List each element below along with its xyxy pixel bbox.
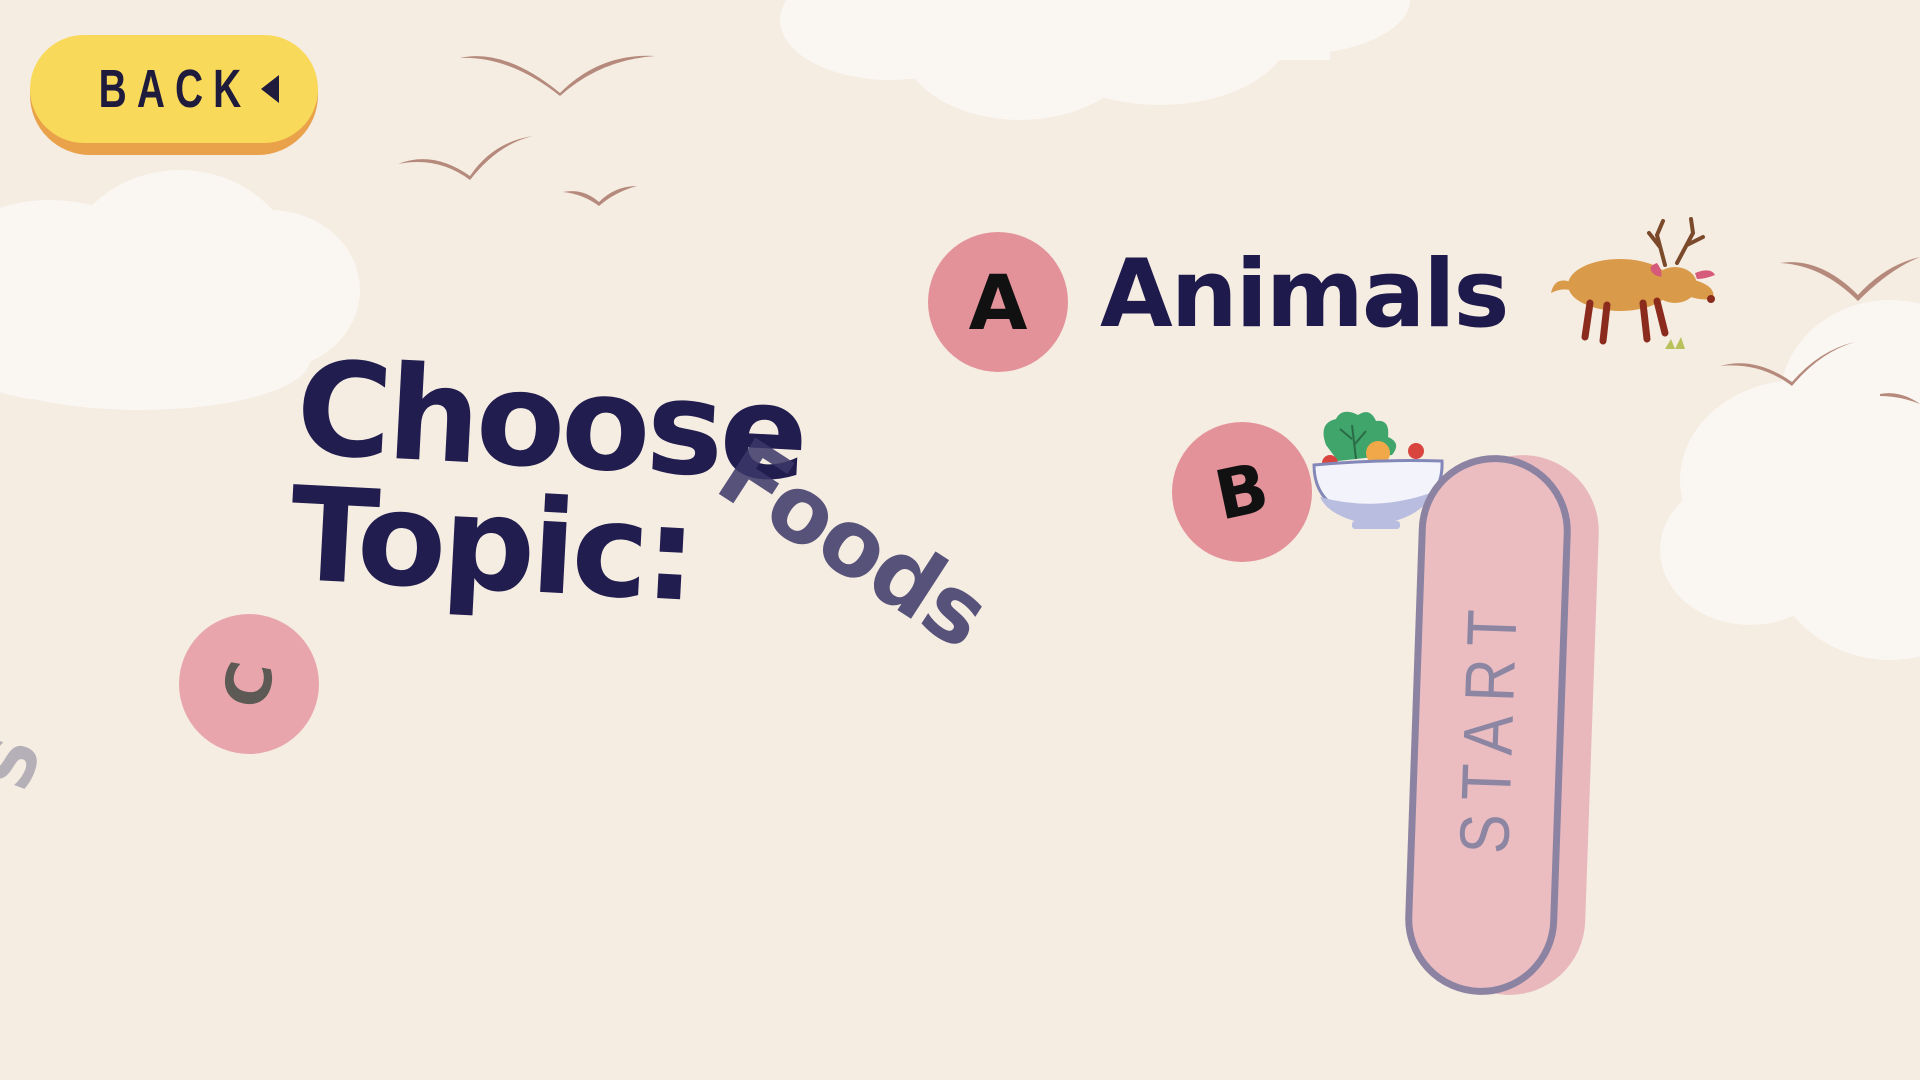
bird-icon [1780,255,1920,307]
bird-icon [1880,390,1920,414]
option-c-badge[interactable]: C [179,614,319,754]
option-c-letter: C [209,655,289,713]
start-label: START [1444,594,1532,856]
option-b-letter: B [1208,447,1276,537]
bird-icon [398,132,538,184]
option-a-badge[interactable]: A [928,232,1068,372]
cloud-top [770,0,1410,130]
bird-icon [460,48,660,102]
bird-icon [1720,338,1860,390]
option-a-letter: A [968,257,1028,347]
deer-icon [1545,215,1735,359]
back-button[interactable]: BACK [30,35,318,155]
bird-icon [563,182,639,210]
start-button[interactable]: START [1402,452,1574,998]
back-label: BACK [98,59,252,119]
caret-left-icon [261,75,279,103]
option-b-badge[interactable]: B [1172,422,1312,562]
stray-letter: S [0,725,59,801]
option-a-label[interactable]: Animals [1100,240,1509,349]
